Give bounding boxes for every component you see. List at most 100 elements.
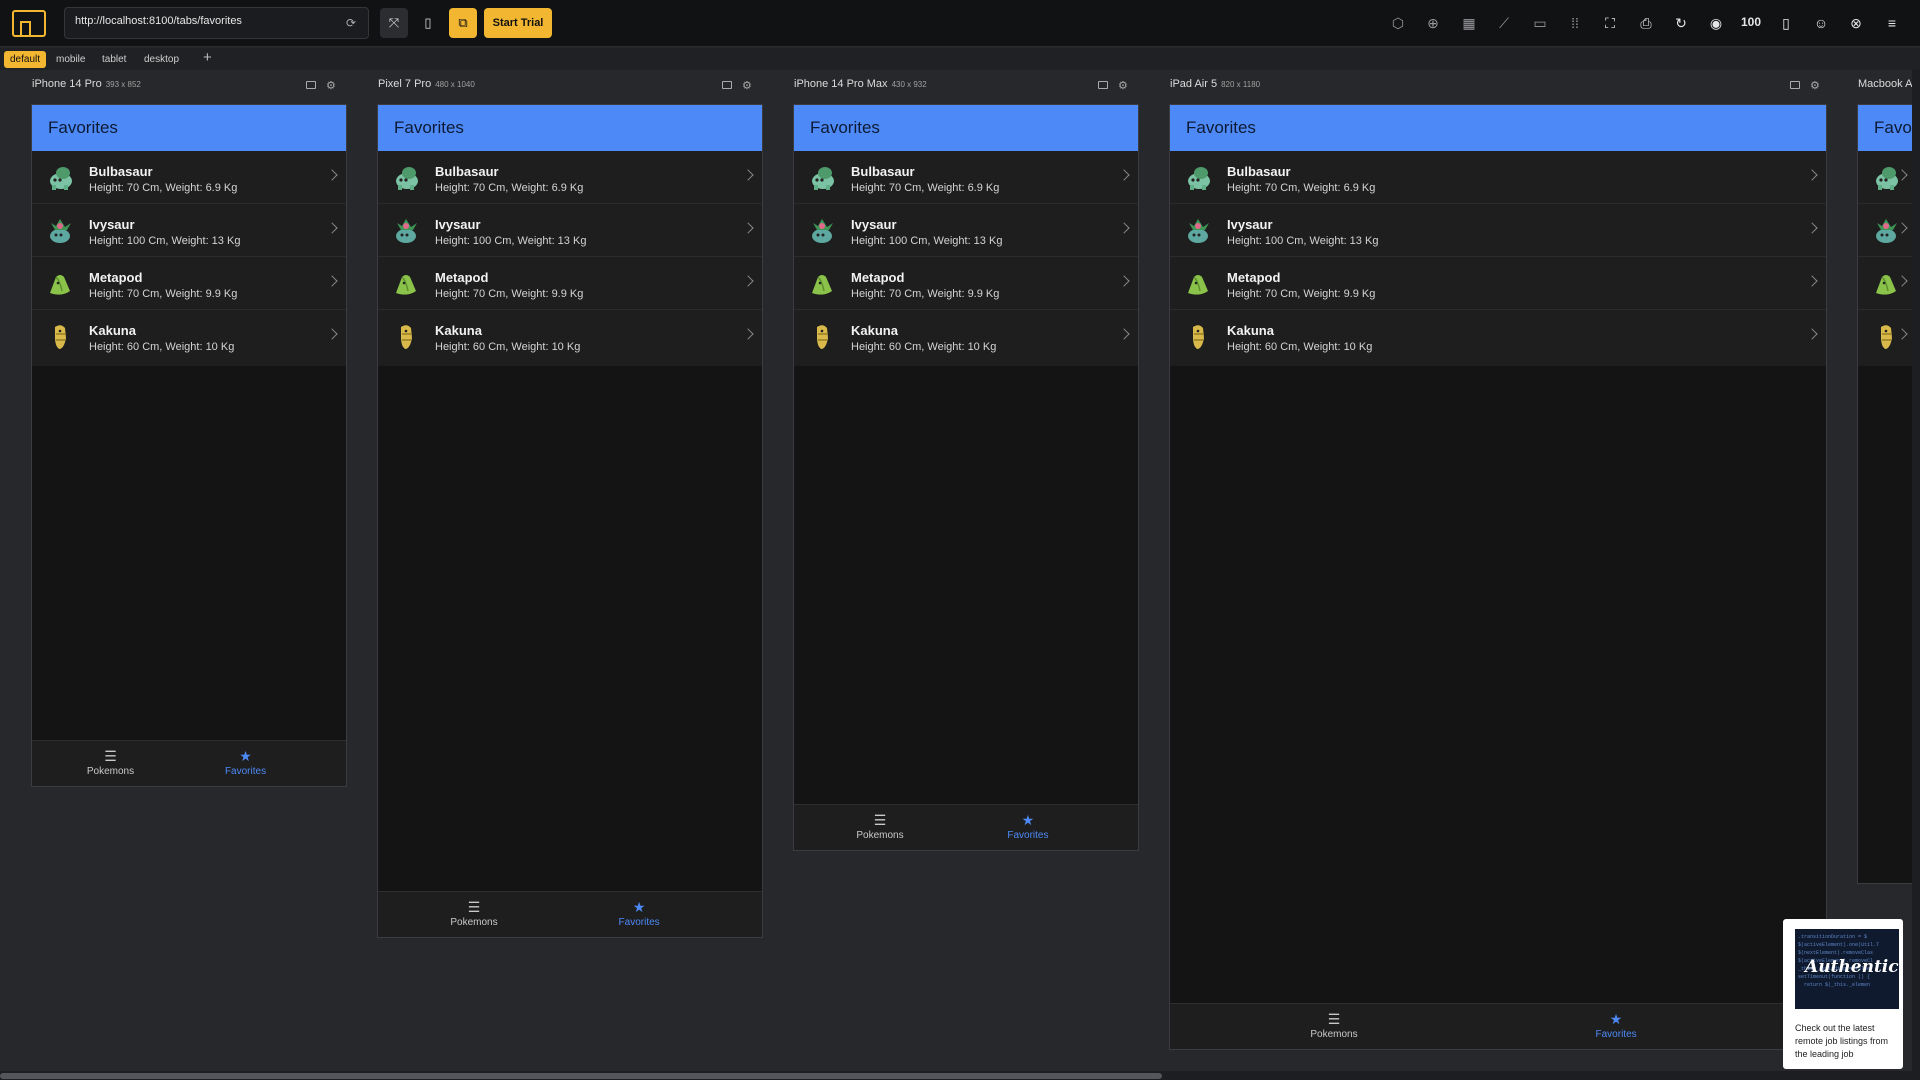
list-icon: ☰ [104,748,117,764]
pokemon-name: Bulbasaur [1227,164,1291,179]
menu-icon[interactable]: ≡ [1882,13,1902,33]
list-item[interactable]: MetapodHeight: 70 Cm, Weight: 9.9 Kg [378,257,762,310]
list-item[interactable]: BulbasaurHeight: 70 Cm, Weight: 6.9 Kg [378,151,762,204]
device-size: 430 x 932 [891,80,927,89]
device-mode-button[interactable]: ▯ [414,8,442,38]
device-header: iPhone 14 Pro 393 x 852 [32,78,141,94]
inspect-button[interactable]: ⤧ [380,8,408,38]
list-item[interactable]: IvysaurHeight: 100 Cm, Weight: 13 Kg [32,204,346,257]
list-item[interactable]: KakunaHeight: 60 Cm, Weight: 10 Kg [1170,310,1826,366]
toggle-frame-icon[interactable] [1098,81,1108,89]
chevron-right-icon [326,222,338,234]
discord-icon[interactable]: ☺ [1811,13,1831,33]
settings-icon[interactable]: ⚙ [1810,79,1820,92]
list-item[interactable]: BulbasaurHeight: 70 Cm, Weight: 6.9 Kg [32,151,346,204]
device-size: 393 x 852 [105,80,141,89]
list-item[interactable]: BulbasaurHeight: 70 Cm, Weight: 6.9 Kg [1858,151,1916,204]
star-icon: ★ [1609,1011,1623,1027]
settings-icon[interactable]: ⚙ [1118,79,1128,92]
page-title: Favorites [1874,118,1916,137]
tab-favorites[interactable]: ★ Favorites [201,748,291,777]
list-item[interactable]: MetapodHeight: 70 Cm, Weight: 9.9 Kg [32,257,346,310]
tab-favorites[interactable]: ★ Favorites [1571,1011,1661,1040]
tab-favorites[interactable]: ★ Favorites [594,899,684,928]
pokemon-sprite-icon [1184,324,1212,350]
tab-label: Pokemons [86,766,135,777]
tab-pokemons[interactable]: ☰ Pokemons [835,812,925,841]
pokemon-sprite-icon [1184,218,1212,244]
pokemon-stats: Height: 100 Cm, Weight: 13 Kg [1227,235,1379,247]
scrollbar-thumb[interactable] [0,1073,1162,1079]
device-icon[interactable]: ▯ [1776,13,1796,33]
list-item[interactable]: MetapodHeight: 70 Cm, Weight: 9.9 Kg [794,257,1138,310]
pokemon-sprite-icon [808,165,836,191]
preset-desktop[interactable]: desktop [138,51,185,68]
list-item[interactable]: IvysaurHeight: 100 Cm, Weight: 13 Kg [794,204,1138,257]
chevron-right-icon [1806,275,1818,287]
close-circle-icon[interactable]: ⊗ [1846,13,1866,33]
add-preset-icon[interactable]: + [203,49,212,66]
horizontal-scrollbar[interactable] [0,1071,1920,1080]
device-pixel-7-pro: Favorites Bulbasaur Height: 70 Cm, Weight:… [377,104,763,938]
reload-icon[interactable]: ⟳ [346,16,360,30]
app-header: Favorites [1170,105,1826,151]
ad-card[interactable]: .transitionDuration = $ $(activeElement)… [1783,919,1903,1069]
toggle-frame-icon[interactable] [306,81,316,89]
list-item[interactable]: IvysaurHeight: 100 Cm, Weight: 13 Kg [378,204,762,257]
slider-icon[interactable]: ▭ [1530,13,1550,33]
pokemon-sprite-icon [392,218,420,244]
device-actions: ⚙ [712,79,752,92]
tab-favorites[interactable]: ★ Favorites [983,812,1073,841]
app-logo[interactable] [12,10,46,37]
list-item[interactable]: IvysaurHeight: 100 Cm, Weight: 13 Kg [1858,204,1916,257]
tab-pokemons[interactable]: ☰ Pokemons [66,748,156,777]
screenshot-frame-icon[interactable]: ⛶ [1600,13,1620,33]
preset-mobile[interactable]: mobile [50,51,91,68]
print-icon[interactable]: ⎙ [1636,13,1656,33]
dots-grid-icon[interactable]: ⁞⁞ [1565,13,1585,33]
responsive-button[interactable]: ⧉ [449,8,477,38]
url-input[interactable] [75,15,335,27]
device-actions: ⚙ [1780,79,1820,92]
list-item[interactable]: BulbasaurHeight: 70 Cm, Weight: 6.9 Kg [1170,151,1826,204]
pokemon-sprite-icon [808,218,836,244]
camera-icon[interactable]: ◉ [1706,13,1726,33]
pokemon-sprite-icon [1872,271,1900,297]
rotate-icon[interactable]: ↻ [1671,13,1691,33]
tab-pokemons[interactable]: ☰ Pokemons [429,899,519,928]
list-icon: ☰ [873,812,887,828]
chevron-right-icon [1118,222,1130,234]
layers-icon[interactable]: ⊕ [1423,13,1443,33]
star-icon: ★ [632,899,646,915]
url-bar[interactable]: ⟳ [64,7,369,39]
list-item[interactable]: IvysaurHeight: 100 Cm, Weight: 13 Kg [1170,204,1826,257]
device-iphone-14-pro-max: Favorites Bulbasaur Height: 70 Cm, Weight:… [793,104,1139,851]
chevron-right-icon [326,275,338,287]
settings-icon[interactable]: ⚙ [742,79,752,92]
list-item[interactable]: KakunaHeight: 60 Cm, Weight: 10 Kg [378,310,762,366]
pokemon-sprite-icon [1184,271,1212,297]
device-name: Macbook A [1858,78,1913,90]
page-title: Favorites [48,118,118,137]
toggle-frame-icon[interactable] [722,81,732,89]
list-item[interactable]: KakunaHeight: 60 Cm, Weight: 10 Kg [794,310,1138,366]
device-header: Macbook A [1858,78,1912,94]
preset-default[interactable]: default [4,51,47,68]
cube-icon[interactable]: ⬡ [1388,13,1408,33]
tab-pokemons[interactable]: ☰ Pokemons [1289,1011,1379,1040]
pokemon-name: Bulbasaur [435,164,499,179]
list-item[interactable]: BulbasaurHeight: 70 Cm, Weight: 6.9 Kg [794,151,1138,204]
app-header: Favorites [378,105,762,151]
settings-icon[interactable]: ⚙ [326,79,336,92]
ruler-icon[interactable]: ⟋ [1494,13,1514,33]
list-item[interactable]: MetapodHeight: 70 Cm, Weight: 9.9 Kg [1858,257,1916,310]
list-item[interactable]: KakunaHeight: 60 Cm, Weight: 10 Kg [32,310,346,366]
vertical-scrollbar[interactable] [1912,70,1920,1071]
preset-tablet[interactable]: tablet [96,51,132,68]
list-item[interactable]: KakunaHeight: 60 Cm, Weight: 10 Kg [1858,310,1916,366]
zoom-level[interactable]: 100 [1741,15,1761,29]
list-item[interactable]: MetapodHeight: 70 Cm, Weight: 9.9 Kg [1170,257,1826,310]
start-trial-button[interactable]: Start Trial [484,8,552,38]
toggle-frame-icon[interactable] [1790,81,1800,89]
grid-icon[interactable]: ▦ [1459,13,1479,33]
